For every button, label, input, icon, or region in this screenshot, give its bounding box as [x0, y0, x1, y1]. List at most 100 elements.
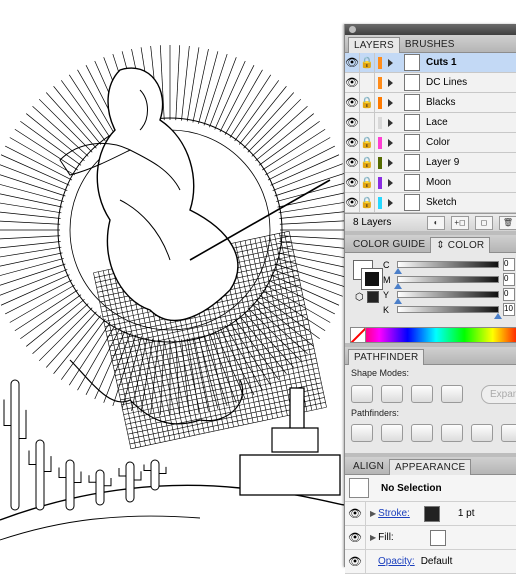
crop-button[interactable]	[441, 424, 463, 442]
layer-thumbnail	[404, 54, 420, 71]
cmyk-slider-k[interactable]: K 10	[383, 303, 515, 319]
sunburst-ray	[0, 274, 70, 306]
lock-icon[interactable]	[360, 73, 375, 92]
lock-icon[interactable]: 🔒	[360, 93, 375, 112]
fill-row[interactable]: 👁 ▶ Fill:	[345, 526, 516, 550]
tab-brushes[interactable]: BRUSHES	[400, 37, 460, 52]
expand-arrow-icon[interactable]	[388, 118, 399, 127]
stroke-color-swatch[interactable]	[423, 505, 440, 522]
tab-color-guide[interactable]: COLOR GUIDE	[348, 237, 430, 252]
eye-icon[interactable]: 👁	[345, 526, 366, 549]
stroke-swatch[interactable]	[361, 268, 383, 290]
layer-row[interactable]: 👁 DC Lines	[345, 73, 516, 93]
layer-row[interactable]: 👁 🔒 Sketch	[345, 193, 516, 213]
unite-button[interactable]	[351, 385, 373, 403]
expand-arrow-icon[interactable]	[388, 158, 399, 167]
expand-arrow-icon[interactable]: ▶	[370, 533, 376, 542]
panel-titlebar[interactable]	[345, 24, 516, 35]
eye-icon[interactable]: 👁	[345, 73, 360, 92]
layers-count: 8 Layers	[353, 217, 392, 228]
lock-icon[interactable]: 🔒	[360, 173, 375, 192]
eye-icon[interactable]: 👁	[345, 93, 360, 112]
exclude-button[interactable]	[441, 385, 463, 403]
delete-layer-button[interactable]: 🗑	[499, 215, 516, 230]
cmyk-slider-c[interactable]: C0	[383, 258, 515, 274]
color-spectrum[interactable]	[350, 327, 516, 343]
cmyk-slider-m[interactable]: M0	[383, 273, 515, 289]
layer-row[interactable]: 👁 🔒 Blacks	[345, 93, 516, 113]
layer-color-swatch	[378, 56, 382, 69]
eye-icon[interactable]: 👁	[345, 173, 360, 192]
lock-icon[interactable]: 🔒	[360, 153, 375, 172]
cmyk-value[interactable]: 10	[503, 303, 515, 316]
eye-icon[interactable]: 👁	[345, 502, 366, 525]
expand-arrow-icon[interactable]	[388, 198, 399, 207]
expand-button[interactable]: Expan	[481, 385, 516, 404]
merge-button[interactable]	[411, 424, 433, 442]
panel-dock: LAYERS BRUSHES 👁 🔒 Cuts 1 👁 DC Lines 👁 🔒 Blacks…	[344, 24, 516, 574]
layer-row[interactable]: 👁 Lace	[345, 113, 516, 133]
tab-align[interactable]: ALIGN	[348, 459, 389, 474]
expand-arrow-icon[interactable]	[388, 98, 399, 107]
slider-thumb-icon[interactable]	[494, 313, 502, 319]
layer-row[interactable]: 👁 🔒 Color	[345, 133, 516, 153]
layer-thumbnail	[404, 114, 420, 131]
layer-color-swatch	[378, 196, 382, 209]
black-swatch[interactable]	[367, 291, 379, 303]
trim-button[interactable]	[381, 424, 403, 442]
opacity-link[interactable]: Opacity:	[378, 556, 415, 567]
cmyk-slider-y[interactable]: Y0	[383, 288, 515, 304]
cmyk-value[interactable]: 0	[503, 273, 515, 286]
expand-arrow-icon[interactable]	[388, 178, 399, 187]
sunburst-ray	[0, 246, 62, 258]
eye-icon[interactable]: 👁	[345, 550, 366, 573]
expand-arrow-icon[interactable]: ▶	[370, 509, 376, 518]
expand-arrow-icon[interactable]	[388, 58, 399, 67]
cmyk-value[interactable]: 0	[503, 288, 515, 301]
layer-thumbnail	[404, 94, 420, 111]
lock-icon[interactable]	[360, 113, 375, 132]
stroke-weight: 1 pt	[457, 508, 475, 519]
layer-thumbnail	[404, 194, 420, 211]
cmyk-value[interactable]: 0	[503, 258, 515, 271]
new-layer-button[interactable]: ◻	[475, 215, 493, 230]
lock-icon[interactable]: 🔒	[360, 133, 375, 152]
divide-button[interactable]	[351, 424, 373, 442]
layer-row[interactable]: 👁 🔒 Cuts 1	[345, 53, 516, 73]
layer-thumbnail	[404, 174, 420, 191]
expand-arrow-icon[interactable]	[388, 78, 399, 87]
lock-icon[interactable]: 🔒	[360, 193, 375, 212]
tab-color[interactable]: ⇕ COLOR	[430, 237, 491, 253]
fill-color-swatch[interactable]	[429, 529, 446, 546]
make-clipping-mask-button[interactable]: ◐	[427, 215, 445, 230]
eye-icon[interactable]: 👁	[345, 53, 360, 72]
stroke-row[interactable]: 👁 ▶ Stroke: 1 pt	[345, 502, 516, 526]
intersect-button[interactable]	[411, 385, 433, 403]
sunburst-ray	[38, 98, 93, 153]
tab-appearance[interactable]: APPEARANCE	[389, 459, 472, 475]
lock-icon[interactable]: 🔒	[360, 53, 375, 72]
tab-pathfinder[interactable]: PATHFINDER	[348, 349, 425, 365]
slider-track[interactable]	[397, 306, 502, 319]
outline-button[interactable]	[471, 424, 493, 442]
eye-icon[interactable]: 👁	[345, 193, 360, 212]
eye-icon[interactable]: 👁	[345, 153, 360, 172]
new-sublayer-button[interactable]: +◻	[451, 215, 469, 230]
slider-track[interactable]	[394, 261, 499, 274]
minus-front-button[interactable]	[381, 385, 403, 403]
eye-icon[interactable]: 👁	[345, 113, 360, 132]
tab-layers[interactable]: LAYERS	[348, 37, 400, 53]
slider-track[interactable]	[394, 276, 499, 289]
sunburst-ray	[279, 211, 344, 219]
expand-arrow-icon[interactable]	[388, 138, 399, 147]
layer-row[interactable]: 👁 🔒 Moon	[345, 173, 516, 193]
artboard-canvas[interactable]	[0, 0, 344, 567]
slider-track[interactable]	[394, 291, 499, 304]
layer-row[interactable]: 👁 🔒 Layer 9	[345, 153, 516, 173]
minus-back-button[interactable]	[501, 424, 516, 442]
eye-icon[interactable]: 👁	[345, 133, 360, 152]
close-icon[interactable]	[349, 26, 356, 33]
none-swatch[interactable]	[350, 327, 366, 343]
opacity-row[interactable]: 👁 Opacity: Default	[345, 550, 516, 574]
stroke-link[interactable]: Stroke:	[378, 508, 410, 519]
